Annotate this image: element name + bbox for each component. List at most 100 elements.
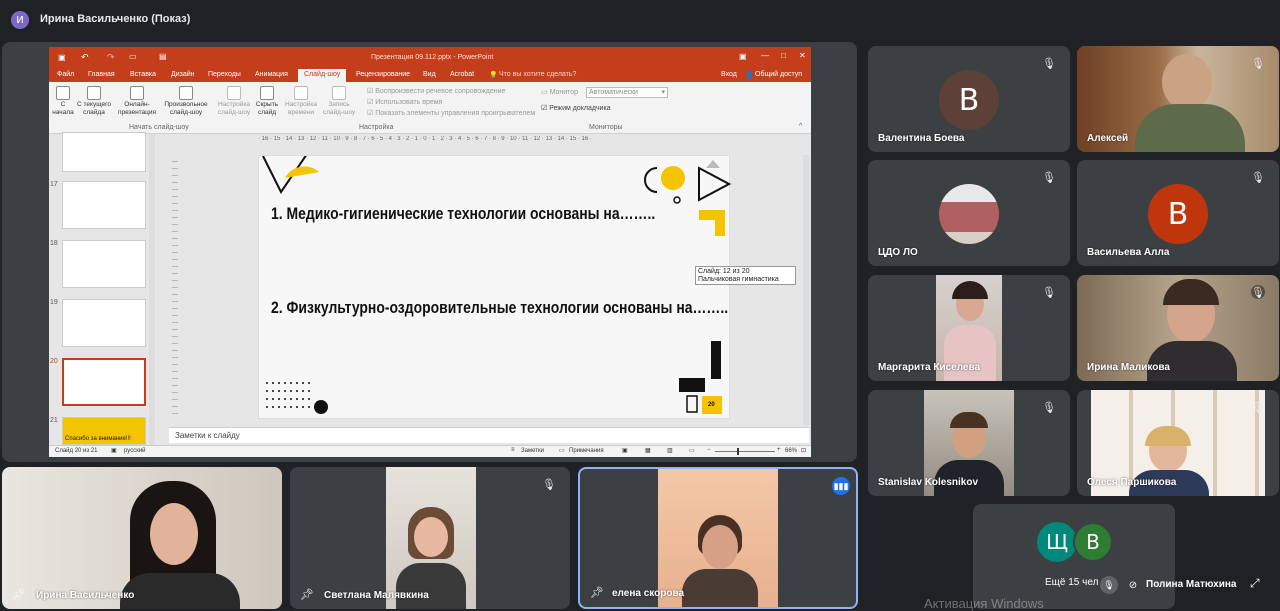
participant-tile[interactable]: 🎙︎ Алексей [1077,46,1279,152]
online-presentation-button[interactable]: Онлайн-презентация [115,86,159,117]
tab-transitions[interactable]: Переходы [208,71,241,78]
zoom-out-icon[interactable]: − [707,447,711,453]
tab-view[interactable]: Вид [423,71,436,78]
participant-tile[interactable]: 🎙︎ 📌︎ Светлана Малявкина [290,467,570,609]
zoom-thumb[interactable] [737,448,739,455]
tab-acrobat[interactable]: Acrobat [450,71,474,78]
tab-home[interactable]: Главная [88,71,115,78]
presenter-view-check[interactable]: ☑ Режим докладчика [541,104,611,112]
notes-pane[interactable]: Заметки к слайду [169,427,809,443]
participant-tile[interactable]: 🎙︎ Маргарита Киселева [868,275,1070,381]
participant-tile[interactable]: 🎙︎ Олеся Паршикова [1077,390,1279,496]
spellcheck-icon[interactable]: ▣ [111,447,117,454]
mic-off-icon: 🎙︎ [1042,57,1056,70]
slide-scrollbar[interactable] [803,155,810,425]
avatar [939,184,999,244]
tell-me-input[interactable]: Что вы хотите сделать? [499,71,576,78]
mic-off-icon: 🎙︎ [1251,285,1265,299]
thumbs-scrollbar[interactable] [149,134,155,450]
thumb-19[interactable] [62,299,146,347]
record-show-button[interactable]: Запись слайд-шоу [319,86,359,117]
status-comments-button[interactable]: Примечания [569,448,604,454]
participant-tile[interactable]: 🎙︎ ЦДО ЛО [868,160,1070,266]
thumb-20[interactable] [62,358,146,406]
slideshow-icon [56,86,70,100]
layout-icon[interactable]: ▤ [159,52,167,61]
participant-tile[interactable]: 🎙︎ Ирина Маликова [1077,275,1279,381]
present-icon[interactable]: ▭ [129,52,137,61]
normal-view-icon[interactable]: ▣ [622,447,628,454]
thumb-number: 17 [50,181,58,188]
participant-tile-speaking[interactable]: ▮▮▮ 📌︎ елена скорова [578,467,858,609]
pin-icon[interactable]: 📌︎ [590,586,604,599]
tab-animation[interactable]: Анимация [255,71,288,78]
custom-show-button[interactable]: Произвольное слайд-шоу [161,86,211,117]
participant-name: елена скорова [612,588,685,599]
rehearse-timings-button[interactable]: Настройка времени [283,86,319,117]
signin-link[interactable]: Вход [721,71,737,78]
fit-slide-icon[interactable]: ⊡ [801,447,806,454]
pin-icon[interactable]: 📌︎ [300,588,314,601]
tab-design[interactable]: Дизайн [171,71,195,78]
avatar-letter: Щ [1046,530,1068,554]
thumb-17[interactable] [62,181,146,229]
current-slide[interactable]: 1. Медико-гигиенические технологии основ… [258,155,731,419]
status-language: русский [124,448,146,454]
tab-file[interactable]: Файл [57,71,74,78]
from-current-button[interactable]: С текущего слайда [74,86,114,117]
status-notes-button[interactable]: Заметки [521,448,544,454]
mic-off-icon: 🎙︎ [1251,171,1265,184]
camera-off-icon[interactable]: ⊘ [1124,576,1142,594]
avatar: В [939,70,999,130]
mic-off-icon[interactable]: 🎙︎ [1100,576,1118,594]
zoom-slider[interactable] [715,451,775,452]
zoom-level[interactable]: 66% [785,448,797,454]
ppt-ribbon: Сначала С текущего слайда Онлайн-презента… [49,82,811,134]
close-icon[interactable]: ✕ [799,51,806,60]
status-slide: Слайд 20 из 21 [55,448,98,454]
hide-slide-button[interactable]: Скрыть слайд [252,86,282,117]
reading-view-icon[interactable]: ▥ [667,447,673,454]
maximize-icon[interactable]: □ [781,51,786,60]
thumb-16[interactable] [62,132,146,172]
from-current-label-1: С текущего [77,101,111,108]
participant-tile[interactable]: В 🎙︎ Валентина Боева [868,46,1070,152]
custom-show-label-2: слайд-шоу [169,109,203,116]
ribbon-display-icon[interactable]: ▣ [739,52,747,61]
tab-review[interactable]: Рецензирование [356,71,410,78]
online-label-1: Онлайн- [124,101,150,108]
comments-icon[interactable]: ▭ [559,447,565,454]
check-controls[interactable]: ☑ Показать элементы управления проигрыва… [367,109,535,117]
check-narration-label: Воспроизвести речевое сопровождение [375,88,506,95]
zoom-in-icon[interactable]: + [777,447,781,453]
save-icon[interactable]: ▣ [58,53,66,62]
setup-show-button[interactable]: Настройка слайд-шоу [214,86,254,117]
check-timings[interactable]: ☑ Использовать время [367,98,442,106]
monitor-select[interactable]: Автоматически ▾ [586,87,668,98]
check-narration[interactable]: ☑ Воспроизвести речевое сопровождение [367,87,505,95]
from-start-button[interactable]: Сначала [51,86,75,117]
thumb-21[interactable]: Спасибо за внимание!!! [62,417,146,445]
presenter-label: Ирина Васильченко (Показ) [40,13,191,25]
share-button[interactable]: Общий доступ [755,71,802,78]
self-name: Полина Матюхина [1146,579,1237,590]
pin-icon[interactable]: 📌︎ [12,588,26,601]
thumb-18[interactable] [62,240,146,288]
participant-tile[interactable]: 📌︎ Ирина Васильченко [2,467,282,609]
collapse-ribbon-icon[interactable]: ^ [799,123,802,130]
notes-icon[interactable]: ≡ [511,447,515,453]
redo-icon[interactable]: ↷ [107,52,115,63]
participant-tile[interactable]: 🎙︎ Stanislav Kolesnikov [868,390,1070,496]
sorter-view-icon[interactable]: ▦ [645,447,651,454]
expand-icon[interactable]: ⤢ [1250,576,1260,591]
participant-tile[interactable]: В 🎙︎ Васильева Алла [1077,160,1279,266]
slideshow-view-icon[interactable]: ▭ [689,447,695,454]
rehearse-label-2: времени [288,109,314,116]
tab-slideshow[interactable]: Слайд-шоу [298,69,347,82]
ruler-marks: · 16 · 15 · 14 · 13 · 12 · 11 · 10 · 9 ·… [258,136,592,142]
tab-insert[interactable]: Вставка [130,71,156,78]
undo-icon[interactable]: ↶ [81,52,89,63]
person-body [396,563,466,609]
hide-label-2: слайд [257,109,277,116]
minimize-icon[interactable]: — [761,51,769,60]
